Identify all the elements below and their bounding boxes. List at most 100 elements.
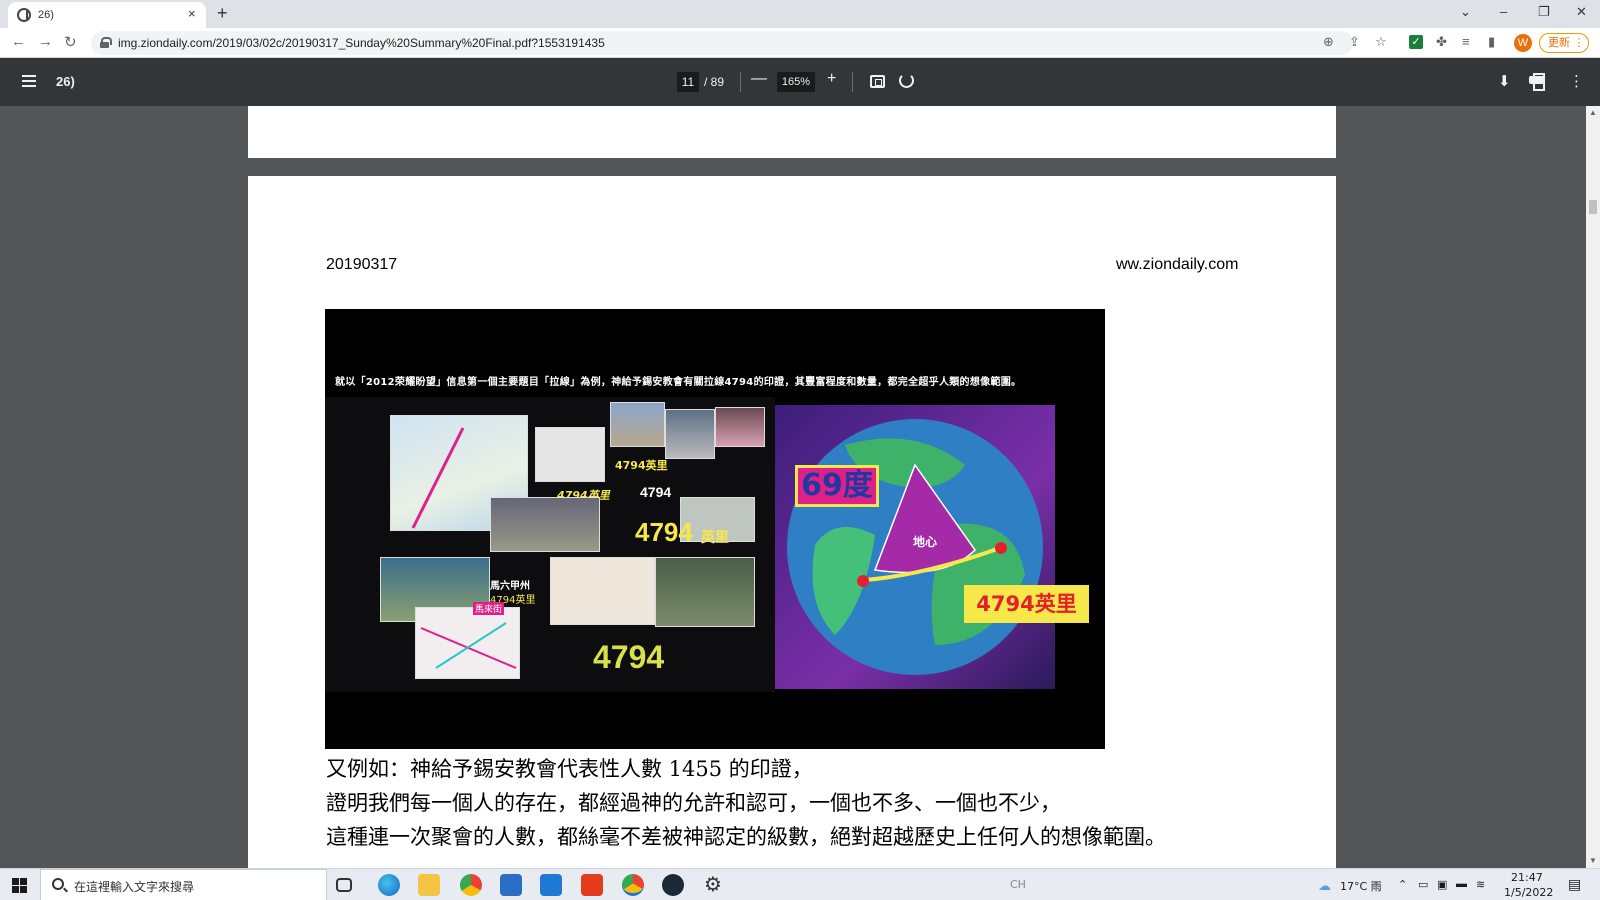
map-tile	[535, 427, 605, 482]
url-text[interactable]: img.ziondaily.com/2019/03/02c/20190317_S…	[118, 36, 605, 50]
browser-toolbar: ← → ↻ img.ziondaily.com/2019/03/02c/2019…	[0, 28, 1600, 58]
label-earth-center: 地心	[913, 535, 938, 549]
label-4794-miles: 4794英里	[615, 459, 668, 472]
vertical-scrollbar[interactable]: ▲ ▼	[1586, 106, 1600, 868]
weather-icon[interactable]: ☁	[1318, 878, 1331, 894]
scroll-up-arrow-icon[interactable]: ▲	[1589, 108, 1597, 117]
street-map-tile	[415, 607, 520, 679]
update-button[interactable]: 更新 ⋮	[1539, 33, 1589, 53]
label-malacca: 馬六甲州	[490, 581, 530, 592]
taskbar: 在這裡輸入文字來搜尋 ⚙ CH ☁ 17°C 雨 ⌃ ▭ ▣ ▬ ≋ 21:47…	[0, 868, 1600, 900]
edge-icon[interactable]	[378, 874, 400, 896]
label-malacca-street: 馬來街	[473, 602, 505, 615]
page-number-input[interactable]: 11	[677, 72, 699, 92]
back-arrow-icon[interactable]: ←	[11, 33, 26, 50]
body-text-line: 又例如：神給予錫安教會代表性人數 1455 的印證，	[326, 757, 813, 781]
zoom-icon[interactable]: ⊕	[1323, 34, 1334, 50]
scroll-down-arrow-icon[interactable]: ▼	[1589, 856, 1597, 865]
extensions-puzzle-icon[interactable]: ✤	[1436, 34, 1447, 50]
clock-date[interactable]: 1/5/2022	[1504, 886, 1553, 899]
body-text-line: 這種連一次聚會的人數，都絲毫不差被神認定的級數，絕對超越歷史上任何人的想像範圍。	[326, 825, 1166, 849]
forward-arrow-icon[interactable]: →	[38, 33, 53, 50]
label-earth-miles: 4794英里	[964, 585, 1089, 623]
fit-page-icon[interactable]	[870, 75, 885, 88]
bookmark-star-icon[interactable]: ☆	[1375, 34, 1387, 50]
search-placeholder[interactable]: 在這裡輸入文字來搜尋	[74, 878, 194, 895]
toolbar-divider	[852, 72, 853, 92]
page-header-date: 20190317	[326, 256, 398, 273]
share-icon[interactable]: ⇪	[1349, 34, 1360, 50]
download-icon[interactable]: ⬇	[1498, 72, 1511, 90]
monitor-icon[interactable]: ▣	[1437, 878, 1447, 891]
rotate-icon[interactable]	[899, 73, 914, 88]
pdf-page: 20190317 ww.ziondaily.com 就以「2012荣耀盼望」信息…	[248, 176, 1336, 868]
window-close-button[interactable]: ✕	[1576, 4, 1587, 20]
pdf-toolbar: 26) 11 / 89 — 165% + ⬇ ⋮	[0, 58, 1600, 106]
embedded-image: 就以「2012荣耀盼望」信息第一個主要題目「拉線」為例，神給予錫安教會有關拉線4…	[325, 309, 1105, 749]
zoom-in-button[interactable]: +	[827, 70, 836, 88]
photo-tile	[610, 402, 665, 447]
weather-text[interactable]: 17°C 雨	[1340, 878, 1382, 894]
tab-search-icon[interactable]: ⌄	[1460, 4, 1471, 20]
taskbar-search[interactable]: 在這裡輸入文字來搜尋	[40, 869, 327, 900]
steam-icon[interactable]	[662, 874, 684, 896]
settings-gear-icon[interactable]: ⚙	[702, 874, 724, 896]
zoom-level-input[interactable]: 165%	[777, 72, 815, 92]
menu-icon[interactable]	[22, 75, 36, 87]
minimize-button[interactable]: –	[1500, 4, 1507, 19]
chrome-profile-icon[interactable]	[622, 874, 644, 896]
media-queue-icon[interactable]: ≡	[1462, 34, 1470, 49]
photo-collage: 4794英里 4794英里 4794 4794 英里 馬六甲州 4794英里 馬…	[325, 397, 775, 692]
label-69-degrees: 69度	[795, 465, 879, 507]
task-view-icon[interactable]	[336, 878, 352, 892]
more-options-icon[interactable]: ⋮	[1569, 72, 1584, 90]
photo-tile	[715, 407, 765, 447]
browser-tab[interactable]: 26) ×	[8, 2, 206, 28]
mail-icon[interactable]	[540, 874, 562, 896]
previous-page	[248, 106, 1336, 158]
label-ying-li: 英里	[701, 530, 729, 546]
windows-start-icon[interactable]	[12, 878, 27, 893]
scroll-thumb[interactable]	[1589, 200, 1597, 214]
battery-icon[interactable]: ▬	[1456, 878, 1467, 890]
satellite-tile	[655, 557, 755, 627]
earth-diagram: 69度 地心	[775, 405, 1055, 689]
label-4794-bottom: 4794	[593, 639, 665, 675]
restore-button[interactable]: ❐	[1538, 4, 1550, 20]
notification-icon[interactable]: ▤	[1568, 876, 1581, 893]
photo-tile	[490, 497, 600, 552]
page-total: / 89	[704, 75, 725, 89]
address-bar[interactable]: img.ziondaily.com/2019/03/02c/20190317_S…	[91, 31, 1387, 55]
photo-tile	[665, 409, 715, 459]
tab-close-icon[interactable]: ×	[188, 6, 196, 21]
side-panel-icon[interactable]: ▮	[1488, 34, 1495, 50]
new-tab-button[interactable]: +	[217, 3, 228, 24]
tab-title: 26)	[38, 9, 54, 21]
office-icon[interactable]	[581, 874, 603, 896]
street-map-tile	[550, 557, 655, 625]
extension-check-icon[interactable]: ✓	[1409, 35, 1423, 49]
label-4794: 4794	[640, 484, 672, 500]
tab-strip: 26) × + ⌄ – ❐ ✕	[0, 0, 1600, 28]
zoom-out-button[interactable]: —	[751, 70, 767, 88]
lock-icon[interactable]	[100, 37, 112, 48]
file-explorer-icon[interactable]	[418, 874, 440, 896]
wifi-icon[interactable]: ≋	[1476, 878, 1485, 891]
body-text-line: 證明我們每一個人的存在，都經過神的允許和認可，一個也不多、一個也不少，	[326, 791, 1061, 815]
meet-icon[interactable]: ▭	[1418, 878, 1428, 891]
pdf-viewport[interactable]: 20190317 ww.ziondaily.com 就以「2012荣耀盼望」信息…	[0, 106, 1586, 868]
chevron-up-icon[interactable]: ⌃	[1398, 878, 1407, 891]
reload-icon[interactable]: ↻	[64, 33, 77, 51]
image-caption: 就以「2012荣耀盼望」信息第一個主要題目「拉線」為例，神給予錫安教會有關拉線4…	[335, 377, 1022, 388]
document-title: 26)	[56, 74, 75, 89]
toolbar-divider	[740, 72, 741, 92]
globe-icon	[17, 8, 31, 22]
print-icon[interactable]	[1529, 73, 1545, 91]
profile-avatar[interactable]: W	[1514, 34, 1532, 52]
page-header-site: ww.ziondaily.com	[1116, 256, 1239, 273]
store-icon[interactable]	[500, 874, 522, 896]
chrome-icon[interactable]	[460, 874, 482, 896]
clock-time[interactable]: 21:47	[1511, 871, 1543, 884]
route-lines	[420, 622, 517, 669]
ime-indicator[interactable]: CH	[1010, 878, 1026, 891]
